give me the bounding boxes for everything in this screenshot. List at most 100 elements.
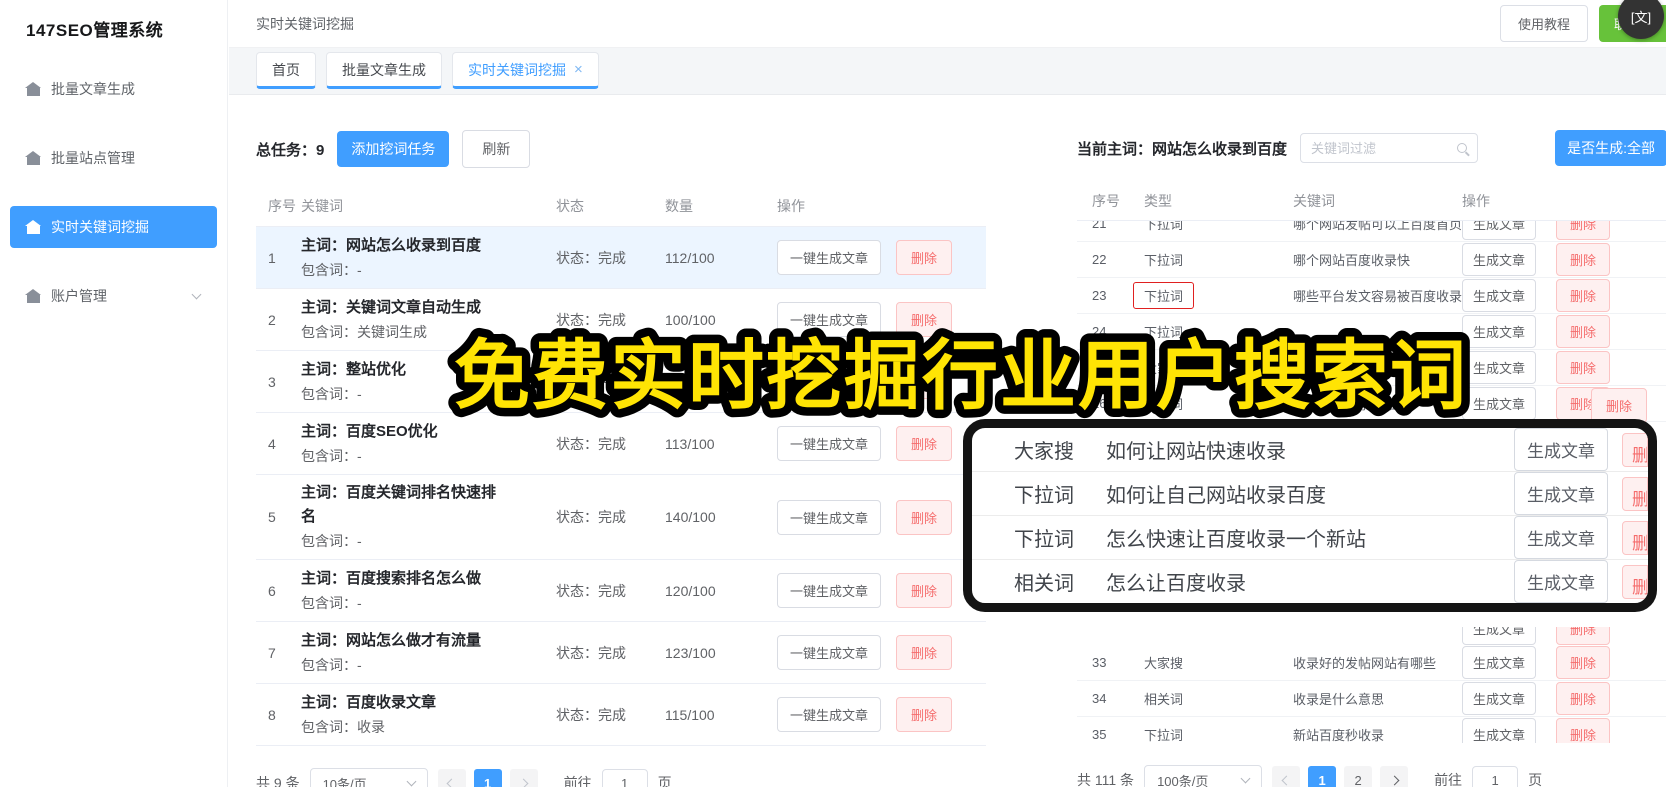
chevron-left-icon (1281, 775, 1292, 785)
delete-button[interactable]: 删除 (1556, 718, 1611, 743)
delete-button[interactable]: 删除 (1622, 432, 1648, 467)
delete-button[interactable]: 删除 (1556, 351, 1611, 384)
actions-cell: 生成文章 删除 (1462, 718, 1666, 743)
generate-article-button[interactable]: 生成文章 (1514, 560, 1608, 603)
delete-button-fragment[interactable]: 删除 (1591, 388, 1648, 423)
table-row: 25 大家搜 生成文章 删除 (1077, 350, 1666, 386)
help-button[interactable]: 使用教程 (1499, 5, 1588, 42)
tasks-table-body: 1 主词：网站怎么收录到百度 包含词：- 状态：完成 112/100 一键生成文章 删除 2 主… (256, 227, 986, 746)
sidebar-item-account[interactable]: 账户管理 (10, 275, 217, 317)
delete-button[interactable]: 删除 (1556, 646, 1611, 679)
delete-button[interactable]: 删除 (1622, 476, 1648, 511)
col-type: 类型 (1144, 193, 1172, 209)
generate-article-button[interactable]: 一键生成文章 (777, 573, 882, 608)
table-row: 4 主词：百度SEO优化 包含词：- 状态：完成 113/100 一键生成文章 删除 (256, 413, 986, 475)
sidebar-item-batch-site[interactable]: 批量站点管理 (10, 137, 217, 179)
generate-article-button[interactable]: 生成文章 (1514, 516, 1608, 559)
home-icon (25, 81, 41, 96)
page-number-button[interactable]: 1 (473, 769, 502, 787)
callout-row: 相关词 怎么让百度收录 生成文章删除 (972, 560, 1648, 603)
refresh-button[interactable]: 刷新 (462, 130, 531, 168)
goto-page-input[interactable] (1472, 766, 1519, 787)
col-actions: 操作 (1462, 193, 1490, 209)
next-page-button[interactable] (509, 769, 538, 787)
type-label: 下拉词 (1144, 728, 1184, 743)
generate-article-button[interactable]: 一键生成文章 (777, 302, 882, 337)
tasks-panel: 总任务：9 添加挖词任务 刷新 序号 关键词 状态 数量 操作 1 主词：网站怎么… (256, 130, 986, 787)
delete-button[interactable]: 删除 (1556, 221, 1611, 240)
page-number-button[interactable]: 1 (1308, 766, 1337, 787)
generate-article-button[interactable]: 生成文章 (1462, 279, 1537, 312)
page-size-select[interactable]: 100条/页 (1144, 765, 1263, 787)
delete-button[interactable]: 删除 (896, 426, 953, 461)
generate-article-button[interactable]: 生成文章 (1514, 428, 1608, 471)
delete-button[interactable]: 删除 (896, 364, 953, 399)
row-index: 6 (268, 582, 276, 599)
delete-button[interactable]: 删除 (896, 302, 953, 337)
highlighted-type-badge: 下拉词 (1133, 282, 1195, 309)
actions-cell: 一键生成文章 删除 (777, 499, 986, 535)
generate-article-button[interactable]: 一键生成文章 (777, 697, 882, 732)
actions-cell: 一键生成文章 删除 (777, 635, 986, 670)
delete-button[interactable]: 删除 (896, 635, 953, 670)
delete-button[interactable]: 删除 (1622, 520, 1648, 555)
page-size-select[interactable]: 10条/页 (309, 768, 428, 787)
delete-button[interactable]: 删除 (896, 573, 953, 608)
next-page-button[interactable] (1380, 766, 1409, 787)
page-number-button[interactable]: 2 (1344, 766, 1373, 787)
delete-button[interactable]: 删除 (1556, 279, 1611, 312)
count-cell: 140/100 (665, 509, 716, 525)
generate-article-button[interactable]: 一键生成文章 (777, 364, 882, 399)
generate-article-button[interactable]: 生成文章 (1462, 682, 1537, 715)
close-icon[interactable]: × (574, 62, 583, 77)
tab-keyword-mining[interactable]: 实时关键词挖掘 × (452, 52, 599, 89)
col-status: 状态 (556, 198, 584, 214)
sidebar-item-keyword-mining[interactable]: 实时关键词挖掘 (10, 206, 217, 248)
generate-article-button[interactable]: 一键生成文章 (777, 240, 882, 275)
generate-article-button[interactable]: 生成文章 (1462, 646, 1537, 679)
row-index: 35 (1092, 727, 1107, 742)
keyword-cell: 主词：百度收录文章 包含词：收录 (301, 691, 556, 739)
delete-button[interactable]: 删除 (896, 697, 953, 732)
keyword-cell: 主词：网站怎么做才有流量 包含词：- (301, 629, 556, 677)
generate-article-button[interactable]: 一键生成文章 (777, 426, 882, 461)
delete-button[interactable]: 删除 (1556, 682, 1611, 715)
topbar: 实时关键词挖掘 使用教程 联系 (229, 0, 1666, 48)
count-cell: 112/100 (665, 249, 715, 266)
breadcrumb: 实时关键词挖掘 (256, 15, 354, 32)
tasks-page-controls: 1 (437, 769, 538, 787)
generate-article-button[interactable]: 生成文章 (1462, 315, 1537, 348)
sidebar-item-batch-article[interactable]: 批量文章生成 (10, 68, 217, 110)
generate-article-button[interactable]: 一键生成文章 (777, 499, 882, 535)
tab-home[interactable]: 首页 (256, 52, 316, 89)
type-label: 下拉词 (1014, 529, 1074, 551)
table-row: 23 下拉词 哪些平台发文容易被百度收录 生成文章 删除 (1077, 278, 1666, 314)
tab-batch-article[interactable]: 批量文章生成 (326, 52, 442, 89)
delete-button[interactable]: 删除 (1556, 627, 1611, 645)
delete-button[interactable]: 删除 (896, 499, 953, 535)
type-cell: 大家搜 (1126, 358, 1286, 377)
generate-article-button[interactable]: 生成文章 (1462, 718, 1537, 743)
generate-article-button[interactable]: 生成文章 (1462, 627, 1537, 645)
generate-article-button[interactable]: 生成文章 (1462, 243, 1537, 276)
actions-cell: 生成文章 删除 (1462, 627, 1666, 645)
generate-all-button[interactable]: 是否生成:全部 (1555, 130, 1666, 166)
generate-article-button[interactable]: 生成文章 (1462, 387, 1537, 420)
generate-article-button[interactable]: 生成文章 (1462, 351, 1537, 384)
generate-article-button[interactable]: 生成文章 (1514, 472, 1608, 515)
prev-page-button[interactable] (1272, 766, 1301, 787)
keyword-cell: 主词：关键词文章自动生成 包含词：关键词生成 (301, 296, 556, 344)
delete-button[interactable]: 删除 (1556, 315, 1611, 348)
delete-button[interactable]: 删除 (1622, 564, 1648, 599)
actions-cell: 生成文章 删除 (1462, 315, 1666, 348)
goto-page-input[interactable] (601, 769, 648, 787)
delete-button[interactable]: 删除 (896, 240, 953, 275)
generate-article-button[interactable]: 生成文章 (1462, 221, 1537, 240)
delete-button[interactable]: 删除 (1556, 243, 1611, 276)
prev-page-button[interactable] (437, 769, 466, 787)
keyword-cell: 如何百度收录网站 (1293, 397, 1398, 412)
generate-article-button[interactable]: 一键生成文章 (777, 635, 882, 670)
keyword-filter-input[interactable] (1311, 140, 1458, 156)
actions-cell: 生成文章 删除 (1462, 243, 1666, 276)
add-task-button[interactable]: 添加挖词任务 (337, 131, 450, 167)
